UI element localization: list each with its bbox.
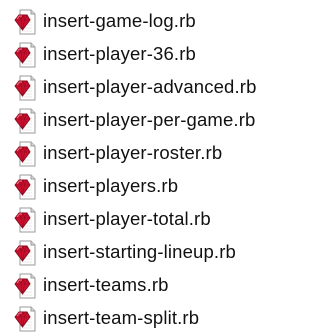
file-item[interactable]: insert-game-log.rb [0, 5, 324, 38]
file-item[interactable]: insert-players.rb [0, 170, 324, 203]
file-name: insert-player-advanced.rb [43, 76, 257, 98]
file-name: insert-teams.rb [43, 274, 169, 296]
ruby-file-icon [14, 306, 37, 332]
file-name: insert-game-log.rb [43, 10, 196, 32]
file-item[interactable]: insert-teams.rb [0, 269, 324, 302]
ruby-file-icon [14, 108, 37, 134]
file-name: insert-team-split.rb [43, 307, 200, 329]
file-name: insert-starting-lineup.rb [43, 241, 236, 263]
ruby-file-icon [14, 273, 37, 299]
file-name: insert-player-36.rb [43, 43, 196, 65]
ruby-file-icon [14, 9, 37, 35]
ruby-file-icon [14, 141, 37, 167]
file-name: insert-player-total.rb [43, 208, 211, 230]
ruby-file-icon [14, 42, 37, 68]
file-name: insert-player-roster.rb [43, 142, 223, 164]
file-item[interactable]: insert-player-per-game.rb [0, 104, 324, 137]
file-name: insert-player-per-game.rb [43, 109, 256, 131]
file-list: insert-game-log.rb insert-player-36.rb i… [0, 0, 324, 335]
ruby-file-icon [14, 174, 37, 200]
file-item[interactable]: insert-player-roster.rb [0, 137, 324, 170]
ruby-file-icon [14, 240, 37, 266]
file-item[interactable]: insert-player-36.rb [0, 38, 324, 71]
file-name: insert-players.rb [43, 175, 179, 197]
file-item[interactable]: insert-player-total.rb [0, 203, 324, 236]
file-item[interactable]: insert-starting-lineup.rb [0, 236, 324, 269]
file-item[interactable]: insert-team-split.rb [0, 302, 324, 335]
ruby-file-icon [14, 207, 37, 233]
file-item[interactable]: insert-player-advanced.rb [0, 71, 324, 104]
ruby-file-icon [14, 75, 37, 101]
